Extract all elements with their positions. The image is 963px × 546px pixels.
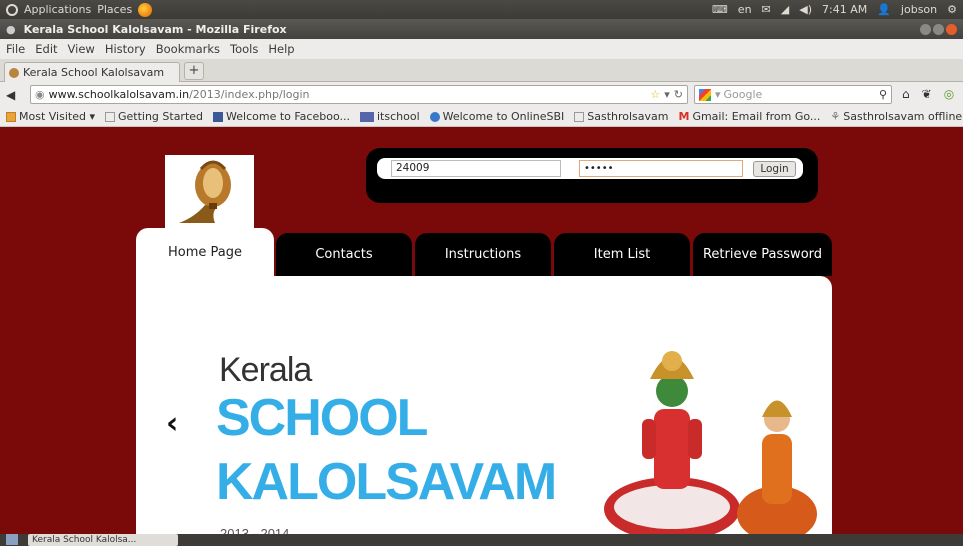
hero-year: 2013 - 2014 — [220, 526, 290, 534]
bookmark-star-icon[interactable]: ☆ — [650, 88, 660, 101]
reload-icon[interactable]: ↻ — [674, 88, 683, 101]
bookmark-sasthrolsavam-offline[interactable]: ⚘ Sasthrolsavam offline — [830, 110, 962, 123]
browser-tab[interactable]: Kerala School Kalolsavam — [4, 62, 180, 82]
menu-tools[interactable]: Tools — [230, 42, 258, 56]
dropdown-arrow-icon[interactable]: ▾ — [664, 88, 670, 101]
maximize-button[interactable] — [933, 23, 944, 35]
bookmark-itschool[interactable]: itschool — [359, 110, 420, 123]
conch-logo — [165, 155, 254, 228]
login-panel: 24009 ••••• Login — [366, 148, 818, 203]
window-title: Kerala School Kalolsavam - Mozilla Firef… — [23, 22, 287, 36]
search-bar[interactable]: ▾ Google ⚲ — [694, 85, 892, 104]
menu-history[interactable]: History — [105, 42, 146, 56]
menu-file[interactable]: File — [6, 42, 25, 56]
keyboard-icon[interactable]: ⌨ — [712, 3, 728, 16]
site-identity-icon[interactable]: ◉ — [35, 88, 45, 101]
hero-title-school: SCHOOL — [216, 389, 428, 447]
itschool-icon — [359, 111, 374, 122]
extension-icon[interactable]: ◎ — [944, 87, 954, 101]
bookmark-label: Most Visited ▾ — [19, 110, 95, 123]
password-input[interactable]: ••••• — [579, 160, 743, 177]
volume-icon[interactable]: ◀) — [799, 3, 812, 16]
tab-item-list[interactable]: Item List — [554, 233, 690, 276]
tab-home-page[interactable]: Home Page — [136, 228, 274, 276]
addon-icon[interactable]: ❦ — [922, 87, 932, 101]
menu-help[interactable]: Help — [268, 42, 294, 56]
login-button[interactable]: Login — [753, 161, 796, 177]
minimize-button[interactable] — [920, 23, 931, 35]
clock[interactable]: 7:41 AM — [822, 3, 867, 16]
kathakali-dancers-image — [604, 351, 817, 534]
tab-strip: Kerala School Kalolsavam + — [0, 59, 963, 82]
search-engine-dropdown-icon[interactable]: ▾ — [715, 88, 721, 101]
bookmark-label: Sasthrolsavam offline — [843, 110, 963, 123]
gmail-icon: M — [678, 110, 690, 123]
folder-icon — [6, 111, 16, 122]
bookmark-most-visited[interactable]: Most Visited ▾ — [6, 110, 95, 123]
taskbar-firefox-window[interactable]: Kerala School Kalolsa... — [28, 534, 178, 546]
bookmark-getting-started[interactable]: Getting Started — [104, 110, 204, 123]
url-path: /2013/index.php/login — [189, 88, 310, 101]
hero-title-kerala: Kerala — [219, 351, 312, 389]
web-content: 24009 ••••• Login Home Page Contacts Ins… — [0, 127, 963, 534]
ubuntu-logo-icon[interactable] — [6, 3, 18, 16]
menu-bar: File Edit View History Bookmarks Tools H… — [0, 39, 963, 59]
navigation-bar: ◀ ◉ www.schoolkalolsavam.in /2013/index.… — [0, 82, 963, 107]
site-nav: Home Page Contacts Instructions Item Lis… — [136, 228, 832, 276]
bookmark-label: Welcome to Faceboo... — [226, 110, 350, 123]
login-form: 24009 ••••• Login — [377, 158, 803, 179]
bookmark-facebook[interactable]: Welcome to Faceboo... — [213, 110, 350, 123]
hero-title-kalolsavam: KALOLSAVAM — [216, 453, 557, 511]
carousel-prev-button[interactable]: ‹ — [166, 406, 178, 441]
bottom-panel: Kerala School Kalolsa... — [0, 534, 963, 546]
show-desktop-icon[interactable] — [6, 534, 18, 545]
user-name[interactable]: jobson — [901, 3, 937, 16]
username-input[interactable]: 24009 — [391, 160, 561, 177]
menu-bookmarks[interactable]: Bookmarks — [156, 42, 220, 56]
bookmark-label: Welcome to OnlineSBI — [442, 110, 565, 123]
home-icon[interactable]: ⌂ — [902, 87, 910, 101]
facebook-icon — [213, 111, 224, 122]
bookmark-label: Sasthrolsavam — [587, 110, 669, 123]
hero-panel: ‹ Kerala SCHOOL KALOLSAVAM 2013 - 2014 — [136, 276, 832, 534]
bookmark-gmail[interactable]: M Gmail: Email from Go... — [678, 110, 820, 123]
language-indicator[interactable]: en — [738, 3, 752, 16]
user-icon: 👤 — [877, 3, 891, 16]
site-favicon-icon — [9, 67, 19, 78]
url-bar[interactable]: ◉ www.schoolkalolsavam.in /2013/index.ph… — [30, 85, 688, 104]
tab-title: Kerala School Kalolsavam — [23, 66, 165, 79]
bookmark-onlinesbi[interactable]: Welcome to OnlineSBI — [429, 110, 565, 123]
bookmark-label: Gmail: Email from Go... — [692, 110, 821, 123]
applications-menu[interactable]: Applications — [24, 3, 91, 16]
tab-instructions[interactable]: Instructions — [415, 233, 551, 276]
tab-retrieve-password[interactable]: Retrieve Password — [693, 233, 832, 276]
search-engine-icon[interactable] — [699, 88, 711, 101]
menu-edit[interactable]: Edit — [35, 42, 57, 56]
page-icon — [574, 111, 585, 122]
search-icon[interactable]: ⚲ — [879, 88, 887, 101]
bookmark-label: itschool — [376, 110, 420, 123]
back-arrow-icon[interactable]: ◀ — [6, 88, 26, 102]
search-placeholder: Google — [723, 88, 763, 101]
window-titlebar[interactable]: ● Kerala School Kalolsavam - Mozilla Fir… — [0, 19, 963, 39]
close-button[interactable] — [946, 23, 957, 35]
new-tab-button[interactable]: + — [184, 62, 204, 80]
bookmark-sasthrolsavam[interactable]: Sasthrolsavam — [574, 110, 668, 123]
menu-view[interactable]: View — [68, 42, 95, 56]
bookmark-label: Getting Started — [117, 110, 204, 123]
gear-icon[interactable]: ⚙ — [947, 3, 957, 16]
page-icon — [104, 111, 115, 122]
url-domain: www.schoolkalolsavam.in — [48, 88, 190, 101]
places-menu[interactable]: Places — [97, 3, 132, 16]
network-icon[interactable]: ◢ — [781, 3, 789, 16]
top-panel: Applications Places ⌨ en ✉ ◢ ◀) 7:41 AM … — [0, 0, 963, 19]
mail-icon[interactable]: ✉ — [762, 3, 771, 16]
tab-contacts[interactable]: Contacts — [276, 233, 412, 276]
firefox-launcher-icon[interactable] — [138, 2, 153, 17]
bookmarks-bar: Most Visited ▾ Getting Started Welcome t… — [0, 107, 963, 127]
sbi-icon — [429, 111, 440, 122]
star-icon: ⚘ — [830, 110, 841, 123]
window-menu-icon[interactable]: ● — [6, 23, 16, 36]
